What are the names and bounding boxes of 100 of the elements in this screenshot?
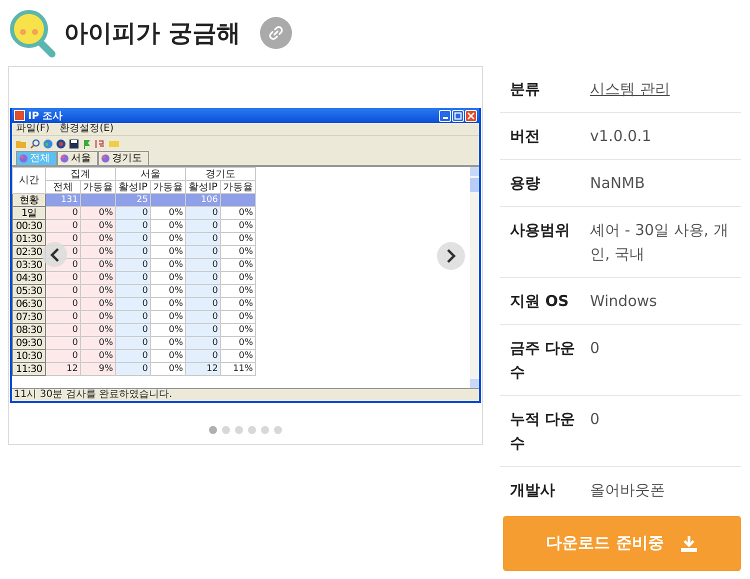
globe-icon[interactable] bbox=[43, 138, 53, 148]
ball-icon bbox=[19, 154, 28, 163]
column-header: 가동율 bbox=[220, 180, 256, 194]
table-cell: 0 bbox=[186, 324, 220, 336]
info-label: 지원 OS bbox=[510, 291, 570, 312]
info-value: 0 bbox=[590, 409, 601, 430]
table-cell: 0 bbox=[186, 246, 220, 258]
table-cell: 0% bbox=[220, 310, 256, 324]
table-cell: 25 bbox=[116, 194, 150, 206]
table-cell: 0% bbox=[80, 350, 116, 362]
chevron-right-icon bbox=[445, 248, 457, 264]
table-cell: 0 bbox=[46, 284, 80, 298]
table-cell: 0 bbox=[186, 350, 220, 362]
table-cell: 0 bbox=[116, 232, 150, 246]
table-cell: 0% bbox=[220, 272, 256, 284]
table-cell: 0% bbox=[220, 350, 256, 362]
window-title: IP 조사 bbox=[28, 110, 64, 122]
table-cell: 0% bbox=[220, 284, 256, 298]
table-cell: 0 bbox=[116, 272, 150, 284]
app-icon bbox=[14, 110, 25, 121]
table-cell: 0 bbox=[46, 324, 80, 336]
category-link[interactable]: 시스템 관리 bbox=[590, 77, 741, 101]
pager-dot[interactable] bbox=[261, 426, 269, 434]
row-header: 01:30 bbox=[12, 232, 46, 246]
row-header: 10:30 bbox=[12, 350, 46, 362]
maximize-button[interactable] bbox=[452, 110, 464, 122]
maximize-icon bbox=[454, 112, 462, 120]
table-cell: 0% bbox=[150, 310, 186, 324]
close-icon bbox=[467, 112, 475, 120]
globe-icon[interactable] bbox=[56, 138, 66, 148]
table-cell: 0% bbox=[150, 362, 186, 376]
table-cell: 0% bbox=[80, 220, 116, 232]
scrollbar[interactable] bbox=[470, 167, 479, 388]
table-cell: 0% bbox=[80, 324, 116, 336]
table-cell: 0 bbox=[186, 232, 220, 246]
table-cell: 0% bbox=[220, 258, 256, 272]
info-label: 개발사 bbox=[510, 480, 556, 501]
table-cell: 0% bbox=[80, 298, 116, 310]
table-cell: 0% bbox=[220, 220, 256, 232]
link-icon[interactable] bbox=[260, 17, 292, 49]
table-cell: 0 bbox=[186, 336, 220, 350]
table-cell: 106 bbox=[186, 194, 220, 206]
column-header: 활성IP bbox=[186, 180, 220, 194]
table-cell: 0% bbox=[150, 272, 186, 284]
row-header: 04:30 bbox=[12, 272, 46, 284]
column-header: 가동율 bbox=[80, 180, 116, 194]
table-cell: 0 bbox=[116, 310, 150, 324]
table-cell: 0 bbox=[186, 206, 220, 220]
row-header: 11:30 bbox=[12, 362, 46, 376]
pager-dot[interactable] bbox=[235, 426, 243, 434]
close-button[interactable] bbox=[465, 110, 477, 122]
minimize-icon bbox=[442, 117, 448, 119]
tab[interactable]: 서울 bbox=[57, 151, 98, 165]
menu-item[interactable]: 파일(F) bbox=[16, 123, 50, 135]
table-cell: 0% bbox=[220, 336, 256, 350]
tab[interactable]: 경기도 bbox=[98, 151, 149, 165]
table-cell: 0% bbox=[80, 232, 116, 246]
table-cell: 0 bbox=[46, 310, 80, 324]
table-cell: 0% bbox=[150, 220, 186, 232]
info-label: 용량 bbox=[510, 173, 541, 194]
table-cell: 131 bbox=[46, 194, 80, 206]
table-cell: 0 bbox=[116, 246, 150, 258]
table-cell: 0% bbox=[220, 324, 256, 336]
table-cell: 0 bbox=[186, 310, 220, 324]
pager-dot[interactable] bbox=[248, 426, 256, 434]
table-cell: 0 bbox=[116, 284, 150, 298]
table-cell: 0% bbox=[150, 284, 186, 298]
table-cell: 0% bbox=[80, 246, 116, 258]
table-cell: 0% bbox=[80, 272, 116, 284]
column-header: 가동율 bbox=[150, 180, 186, 194]
table-cell: 0% bbox=[80, 258, 116, 272]
ball-icon bbox=[60, 154, 69, 163]
table-cell: 0 bbox=[46, 272, 80, 284]
table-cell: 12 bbox=[46, 362, 80, 376]
info-value: v1.0.0.1 bbox=[590, 126, 652, 147]
table-cell: 0 bbox=[116, 324, 150, 336]
row-header: 1일 bbox=[12, 206, 46, 220]
table-cell: 0 bbox=[116, 258, 150, 272]
table-cell: 0 bbox=[186, 298, 220, 310]
info-value: 셰어 - 30일 사용, 개인, 국내 bbox=[590, 220, 730, 265]
table-cell: 0% bbox=[150, 336, 186, 350]
info-value: 0 bbox=[590, 338, 601, 359]
menu-item[interactable]: 환경설정(E) bbox=[60, 123, 114, 135]
pager-dot[interactable] bbox=[222, 426, 230, 434]
table-cell: 0 bbox=[116, 206, 150, 220]
search-icon[interactable] bbox=[30, 138, 40, 148]
table-cell: 0% bbox=[80, 336, 116, 350]
table-cell: 0 bbox=[46, 336, 80, 350]
table-cell: 0 bbox=[186, 258, 220, 272]
table-cell: 0% bbox=[80, 284, 116, 298]
column-header: 활성IP bbox=[116, 180, 150, 194]
table-cell: 0 bbox=[46, 350, 80, 362]
minimize-button[interactable] bbox=[439, 110, 451, 122]
page-title: 아이피가 궁금해 bbox=[64, 18, 240, 49]
column-header: 경기도 bbox=[186, 168, 256, 180]
table-cell: 0% bbox=[150, 324, 186, 336]
pager-dot[interactable] bbox=[274, 426, 282, 434]
row-header: 06:30 bbox=[12, 298, 46, 310]
pager-dot[interactable] bbox=[209, 426, 217, 434]
table-cell: 0 bbox=[186, 284, 220, 298]
